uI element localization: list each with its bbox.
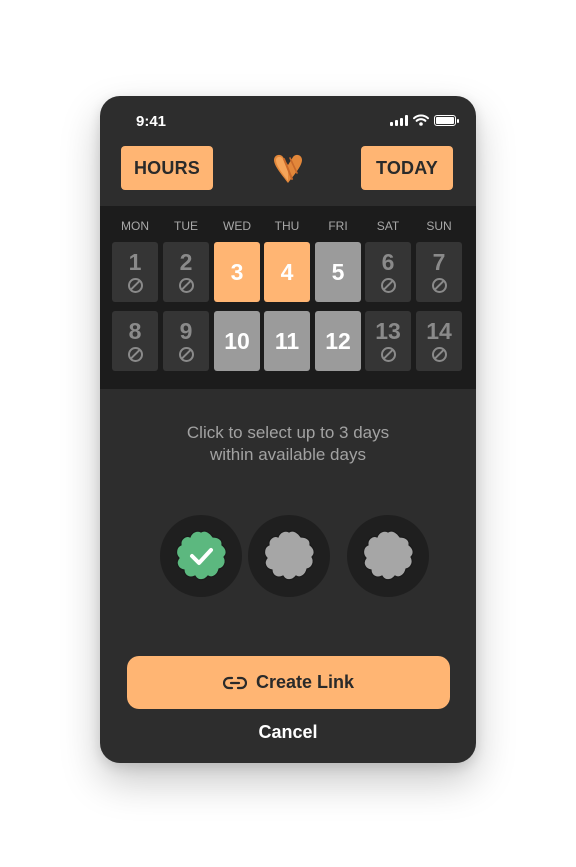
selection-instructions: Click to select up to 3 days within avai… — [140, 422, 436, 466]
day-cell[interactable]: 14 — [416, 311, 462, 371]
day-number: 14 — [426, 318, 452, 344]
unavailable-icon — [380, 278, 396, 293]
status-bar: 9:41 — [100, 96, 476, 142]
weekday-sun: SUN — [426, 219, 452, 233]
day-number: 7 — [432, 249, 446, 275]
instructions-line-2: within available days — [210, 445, 366, 464]
weekday-tue: TUE — [174, 219, 198, 233]
day-number: 4 — [280, 258, 294, 285]
day-number: 1 — [128, 249, 142, 275]
day-number: 6 — [381, 249, 395, 275]
day-number: 5 — [331, 258, 345, 285]
phone-frame: 9:41 HOURS TODAY MON TUE WED THU FRI SAT… — [100, 96, 476, 763]
day-number: 8 — [128, 318, 142, 344]
day-number: 11 — [274, 327, 300, 354]
day-cell-available[interactable]: 12 — [315, 311, 361, 371]
weekday-wed: WED — [223, 219, 251, 233]
day-number: 13 — [375, 318, 401, 344]
unavailable-icon — [178, 278, 194, 293]
day-cell-available[interactable]: 10 — [214, 311, 260, 371]
day-cell-selected[interactable]: 3 — [214, 242, 260, 302]
day-cell[interactable]: 8 — [112, 311, 158, 371]
day-cell[interactable]: 6 — [365, 242, 411, 302]
weekday-thu: THU — [274, 219, 300, 233]
day-number: 3 — [230, 258, 244, 285]
day-number: 10 — [224, 327, 250, 354]
day-cell[interactable]: 13 — [365, 311, 411, 371]
status-icons — [390, 114, 459, 126]
create-link-label: Create Link — [255, 672, 355, 692]
day-cell-selected[interactable]: 4 — [264, 242, 310, 302]
weekday-mon: MON — [121, 219, 149, 233]
badge-placeholder-icon — [362, 530, 414, 581]
unavailable-icon — [178, 347, 194, 362]
cancel-button[interactable]: Cancel — [238, 722, 338, 743]
badge-placeholder-icon — [263, 530, 315, 581]
day-number: 12 — [325, 327, 351, 354]
calendar-grid: MON TUE WED THU FRI SAT SUN 1 2 3 4 5 6 — [100, 206, 476, 389]
unavailable-icon — [431, 347, 447, 362]
unavailable-icon — [127, 278, 143, 293]
day-number: 9 — [179, 318, 193, 344]
day-cell[interactable]: 2 — [163, 242, 209, 302]
weekday-header: MON TUE WED THU FRI SAT SUN — [100, 219, 476, 233]
selection-slot-1[interactable] — [160, 515, 242, 597]
heart-v-logo-icon — [274, 154, 302, 183]
day-cell-available[interactable]: 5 — [315, 242, 361, 302]
today-button[interactable]: TODAY — [361, 146, 453, 190]
weekday-sat: SAT — [376, 219, 400, 233]
unavailable-icon — [127, 347, 143, 362]
unavailable-icon — [431, 278, 447, 293]
battery-icon — [434, 114, 459, 126]
cellular-signal-icon — [390, 114, 408, 126]
day-number: 2 — [179, 249, 193, 275]
selection-slot-2[interactable] — [248, 515, 330, 597]
weekday-fri: FRI — [328, 219, 348, 233]
day-cell[interactable]: 9 — [163, 311, 209, 371]
day-cell-available[interactable]: 11 — [264, 311, 310, 371]
verified-badge-check-icon — [175, 530, 227, 581]
day-cell[interactable]: 7 — [416, 242, 462, 302]
selection-slot-3[interactable] — [347, 515, 429, 597]
unavailable-icon — [380, 347, 396, 362]
link-icon — [222, 676, 247, 689]
status-time: 9:41 — [136, 113, 167, 130]
create-link-button[interactable]: Create Link — [127, 656, 450, 709]
wifi-icon — [413, 114, 429, 126]
day-cell[interactable]: 1 — [112, 242, 158, 302]
instructions-line-1: Click to select up to 3 days — [186, 423, 390, 442]
hours-button[interactable]: HOURS — [121, 146, 213, 190]
